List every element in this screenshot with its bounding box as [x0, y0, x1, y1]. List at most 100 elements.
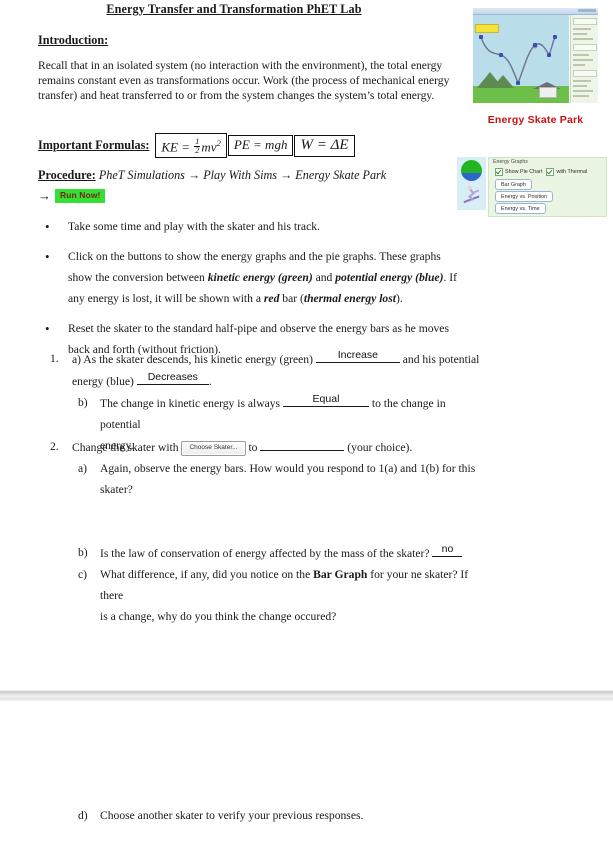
procedure-run-row: → Run Now!: [38, 188, 106, 204]
track-control-point: [479, 35, 483, 39]
question-1a-text-3: energy (blue): [72, 375, 134, 388]
question-2a-text-1: Again, observe the energy bars. How woul…: [100, 462, 476, 475]
procedure-step-1: PheT Simulations: [98, 168, 185, 182]
answer-blank-1a-second[interactable]: Decreases: [136, 370, 209, 385]
question-1a-marker: a): [72, 353, 82, 366]
energy-graphs-group-box: Energy Graphs Show Pie Chart with Therma…: [488, 157, 607, 217]
instruction-bullet-list: • Take some time and play with the skate…: [38, 216, 458, 369]
bullet-text-1: Take some time and play with the skater …: [68, 220, 320, 233]
bullet-text-2-potential: potential energy (blue): [335, 271, 444, 284]
question-2-part-a: a) Again, observe the energy bars. How w…: [38, 458, 488, 479]
formula-ke-denominator: 2: [195, 146, 200, 156]
introduction-paragraph: Recall that in an isolated system (no in…: [38, 59, 450, 103]
bullet-dot-icon: •: [45, 219, 50, 234]
sim-control-panel: [570, 15, 598, 103]
question-1a-text-2: and his potential: [402, 353, 480, 366]
answer-space-2a: [38, 500, 488, 542]
checkbox-checked-icon: [495, 168, 503, 176]
choose-skater-button[interactable]: Choose Skater...: [181, 441, 246, 456]
with-thermal-label: with Thermal: [556, 169, 588, 175]
mountain-shape: [492, 75, 514, 88]
track-control-point: [516, 81, 520, 85]
track-control-point: [499, 53, 503, 57]
bullet-dot-icon: •: [45, 249, 50, 264]
skater-icon: [463, 185, 480, 204]
procedure-row: Procedure: PheT Simulations → Play With …: [38, 168, 386, 183]
answer-blank-2b[interactable]: no: [432, 542, 463, 557]
question-1a-text-1: As the skater descends, his kinetic ener…: [83, 353, 313, 366]
question-1-number: 1.: [50, 352, 59, 365]
house-body-shape: [539, 87, 557, 98]
question-2b-marker: b): [78, 546, 88, 559]
introduction-heading: Introduction:: [38, 33, 109, 47]
question-2-part-b: b) Is the law of conservation of energy …: [38, 542, 488, 564]
question-2-block: 2. Change the skater with Choose Skater.…: [38, 436, 488, 627]
show-pie-chart-checkbox[interactable]: Show Pie Chart: [495, 168, 542, 176]
arrow-icon-2: →: [280, 168, 293, 182]
question-2b-text: Is the law of conservation of energy aff…: [100, 547, 430, 560]
answer-blank-1b[interactable]: Equal: [282, 392, 369, 407]
question-2-lead-text: Change the skater with: [72, 441, 179, 454]
list-item: • Take some time and play with the skate…: [38, 216, 458, 237]
pie-chart-icon: [461, 160, 482, 181]
important-formulas-label: Important Formulas:: [38, 138, 150, 153]
bullet-text-2-and: and: [312, 271, 336, 284]
answer-blank-1a-first[interactable]: Increase: [315, 348, 400, 363]
formula-work: W = ΔE: [294, 134, 355, 157]
question-1a-continued: energy (blue) Decreases.: [38, 370, 488, 392]
energy-graphs-checkbox-row: Show Pie Chart with Thermal: [495, 168, 587, 176]
bullet-text-2-thermal: thermal energy lost: [303, 292, 396, 305]
bullet-text-2-kinetic: kinetic energy (green): [207, 271, 313, 284]
show-pie-chart-label: Show Pie Chart: [505, 169, 543, 175]
checkbox-checked-icon: [546, 168, 555, 176]
with-thermal-checkbox[interactable]: with Thermal: [546, 168, 587, 176]
arrow-icon-1: →: [187, 168, 201, 182]
answer-text: Decreases: [147, 371, 198, 383]
formula-ke-lhs: KE: [161, 139, 178, 155]
question-2d-text: Choose another skater to verify your pre…: [100, 809, 364, 822]
procedure-label: Procedure:: [38, 168, 96, 182]
question-2-mid-text: to: [248, 441, 258, 454]
energy-vs-position-button[interactable]: Energy vs. Position: [495, 191, 554, 202]
question-2-lead-row: 2. Change the skater with Choose Skater.…: [38, 436, 488, 458]
track-control-point: [553, 35, 557, 39]
question-2c-text-1: What difference, if any, did you notice …: [100, 568, 314, 581]
energy-graphs-icon-column: [457, 157, 486, 210]
question-2-tail-text: (your choice).: [347, 441, 413, 454]
page-title: Energy Transfer and Transformation PhET …: [106, 2, 362, 16]
bullet-dot-icon: •: [45, 321, 50, 336]
answer-text: no: [441, 543, 454, 555]
list-item: • Click on the buttons to show the energ…: [38, 246, 458, 309]
formula-kinetic-energy: KE = 1 2 mv2: [155, 133, 227, 159]
important-formulas-row: Important Formulas: KE = 1 2 mv2 PE = mgh …: [38, 133, 356, 159]
formula-ke-equals: =: [181, 139, 191, 155]
question-2-part-d-block: d) Choose another skater to verify your …: [38, 805, 488, 826]
track-control-point: [547, 53, 551, 57]
formula-ke-fraction: 12: [194, 138, 201, 156]
question-2d-marker: d): [78, 809, 88, 822]
bullet-text-2-bar: bar (: [279, 292, 304, 305]
formula-ke-exponent: 2: [216, 138, 221, 148]
sim-window-titlebar: [473, 8, 598, 15]
question-2-part-c: c) What difference, if any, did you noti…: [38, 564, 488, 606]
lab-worksheet-page: Energy Transfer and Transformation PhET …: [0, 0, 613, 844]
energy-graphs-figure: Energy Graphs Show Pie Chart with Therma…: [457, 157, 607, 217]
answer-text: Increase: [337, 349, 378, 361]
answer-text: Equal: [312, 393, 340, 405]
bar-graph-button[interactable]: Bar Graph: [495, 179, 532, 190]
answer-blank-2-choice[interactable]: [260, 436, 345, 451]
formula-potential-energy: PE = mgh: [227, 135, 294, 157]
figure-caption: Energy Skate Park: [487, 114, 584, 126]
energy-skate-park-figure: Energy Skate Park: [473, 8, 598, 126]
sim-canvas: [473, 15, 569, 103]
question-1a-text-4: .: [208, 375, 212, 388]
energy-vs-time-button[interactable]: Energy vs. Time: [495, 203, 546, 214]
question-2-number: 2.: [50, 440, 59, 453]
question-1b-marker: b): [78, 396, 88, 409]
procedure-step-2: Play With Sims: [203, 168, 278, 182]
question-2-part-d: d) Choose another skater to verify your …: [38, 805, 488, 826]
question-1-part-b: b) The change in kinetic energy is alway…: [38, 392, 488, 435]
energy-graphs-group-label: Energy Graphs: [493, 159, 528, 165]
skate-park-screenshot: [473, 8, 598, 110]
run-now-button[interactable]: Run Now!: [55, 189, 106, 203]
